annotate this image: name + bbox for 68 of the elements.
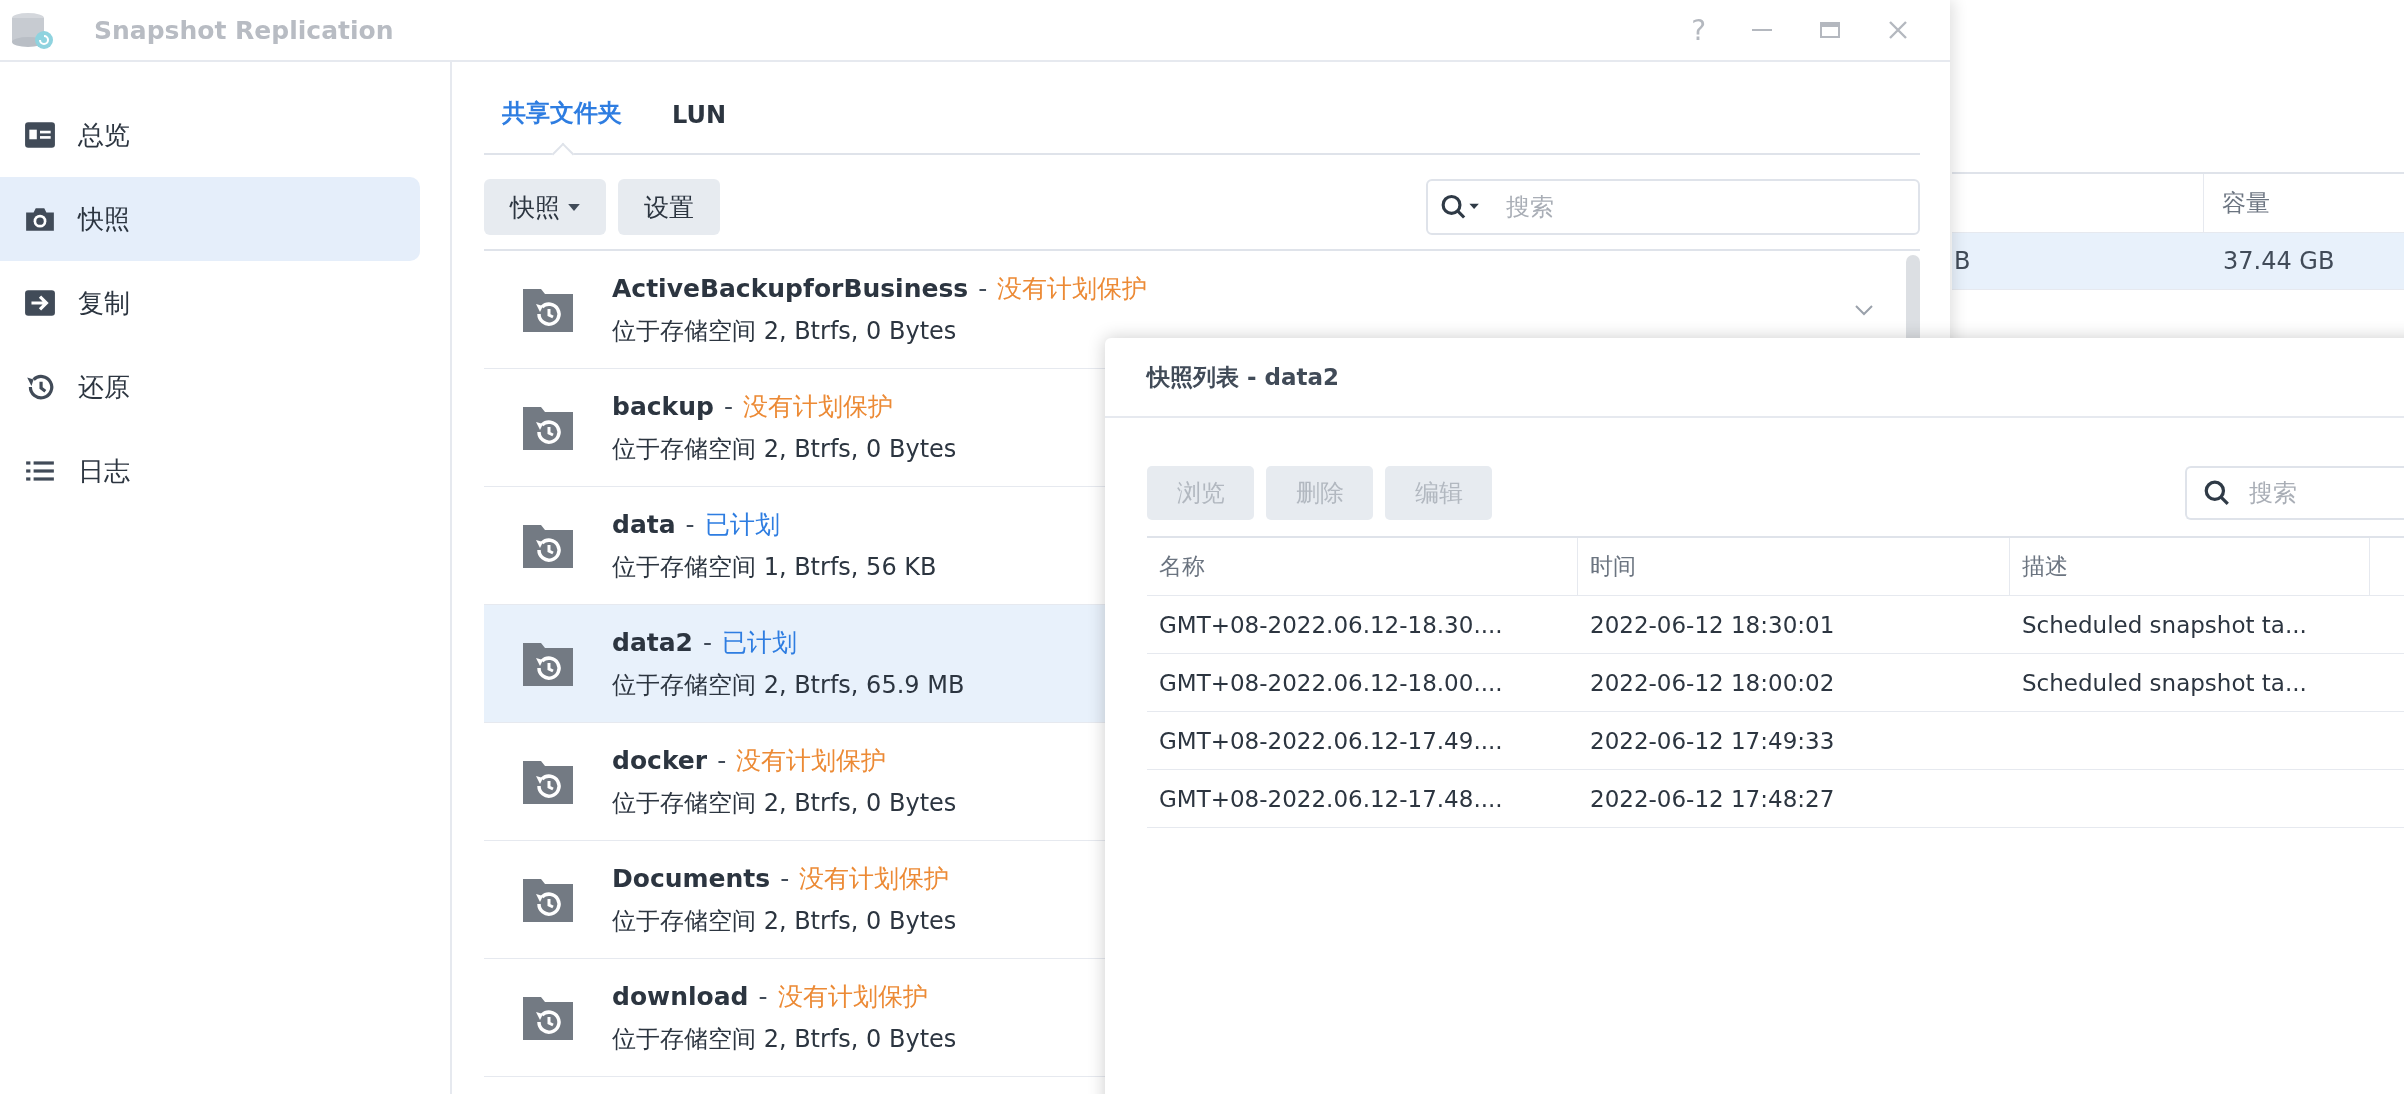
folder-name: ActiveBackupforBusiness: [612, 274, 969, 303]
search-field[interactable]: 搜索: [2185, 466, 2404, 520]
folder-detail: 位于存储空间 2, Btrfs, 0 Bytes: [612, 434, 957, 465]
history-icon: [24, 373, 56, 401]
table-cell: GMT+08-2022.06.12-17.49....: [1159, 727, 1503, 754]
table-row[interactable]: B 37.44 GB: [1952, 233, 2404, 290]
separator: -: [717, 746, 727, 775]
separator: -: [685, 510, 695, 539]
camera-icon: [24, 205, 56, 233]
folder-detail: 位于存储空间 2, Btrfs, 0 Bytes: [612, 788, 957, 819]
card-icon: [24, 121, 56, 149]
tab[interactable]: LUN: [654, 101, 744, 153]
separator: -: [780, 864, 790, 893]
separator: -: [758, 982, 768, 1011]
sidebar-item[interactable]: 总览: [0, 93, 420, 177]
folder-detail: 位于存储空间 1, Btrfs, 56 KB: [612, 552, 937, 583]
column-header[interactable]: 时间: [1578, 538, 2010, 595]
table-cell: 2022-06-12 17:49:33: [1590, 727, 1835, 754]
table-cell: Scheduled snapshot ta...: [2022, 611, 2307, 638]
table-cell: GMT+08-2022.06.12-17.48....: [1159, 785, 1503, 812]
column-header[interactable]: 名称: [1147, 538, 1578, 595]
folder-detail: 位于存储空间 2, Btrfs, 0 Bytes: [612, 316, 958, 347]
table-cell: 2022-06-12 18:00:02: [1590, 669, 1835, 696]
status-label: 没有计划保护: [799, 863, 950, 895]
folder-detail: 位于存储空间 2, Btrfs, 0 Bytes: [612, 1024, 957, 1055]
search-icon: [2203, 479, 2231, 507]
arrow-box-icon: [24, 289, 56, 317]
caret-icon: [568, 203, 580, 211]
folder-name: Documents: [612, 864, 771, 893]
table-row[interactable]: GMT+08-2022.06.12-17.48.... 2022-06-12 17:48:27: [1147, 770, 2404, 828]
table-cell: 2022-06-12 17:48:27: [1590, 785, 1835, 812]
separator: -: [723, 392, 733, 421]
sidebar-item[interactable]: 复制: [0, 261, 420, 345]
status-label: 已计划: [722, 627, 797, 659]
folder-name: data: [612, 510, 676, 539]
column-header[interactable]: 容量: [2204, 174, 2404, 232]
column-header[interactable]: 描述: [2010, 538, 2370, 595]
table-cell: Scheduled snapshot ta...: [2022, 669, 2307, 696]
sidebar-item[interactable]: 日志: [0, 429, 420, 513]
folder-detail: 位于存储空间 2, Btrfs, 65.9 MB: [612, 670, 965, 701]
table-cell: B: [1954, 247, 1971, 275]
folder-name: download: [612, 982, 749, 1011]
chevron-icon[interactable]: [1854, 303, 1874, 316]
status-label: 没有计划保护: [777, 981, 928, 1013]
table-cell: 37.44 GB: [2223, 247, 2335, 275]
dropdown-button[interactable]: 快照: [484, 179, 606, 235]
status-label: 没有计划保护: [736, 745, 887, 777]
sidebar-item[interactable]: 还原: [0, 345, 420, 429]
separator: -: [703, 628, 712, 657]
folder-name: docker: [612, 746, 708, 775]
table-cell: GMT+08-2022.06.12-18.30....: [1159, 611, 1503, 638]
table-cell: GMT+08-2022.06.12-18.00....: [1159, 669, 1503, 696]
window-title: Snapshot Replication: [94, 15, 394, 45]
status-label: 已计划: [704, 509, 780, 541]
table-row[interactable]: GMT+08-2022.06.12-18.30.... 2022-06-12 18:30:01 Scheduled snapshot ta...: [1147, 596, 2404, 654]
status-label: 没有计划保护: [742, 391, 893, 423]
sidebar-item[interactable]: 快照: [0, 177, 420, 261]
folder-name: data2: [612, 628, 693, 657]
separator: -: [978, 274, 988, 303]
settings-button[interactable]: 设置: [618, 179, 720, 235]
database-icon: [10, 10, 56, 50]
table-row[interactable]: GMT+08-2022.06.12-17.49.... 2022-06-12 17:49:33: [1147, 712, 2404, 770]
status-label: 没有计划保护: [997, 273, 1148, 305]
folder-name: backup: [612, 392, 714, 421]
table-row[interactable]: GMT+08-2022.06.12-18.00.... 2022-06-12 18:00:02 Scheduled snapshot ta...: [1147, 654, 2404, 712]
table-cell: 2022-06-12 18:30:01: [1590, 611, 1835, 638]
search-field[interactable]: 搜索: [1426, 179, 1920, 235]
folder-detail: 位于存储空间 2, Btrfs, 0 Bytes: [612, 906, 957, 937]
